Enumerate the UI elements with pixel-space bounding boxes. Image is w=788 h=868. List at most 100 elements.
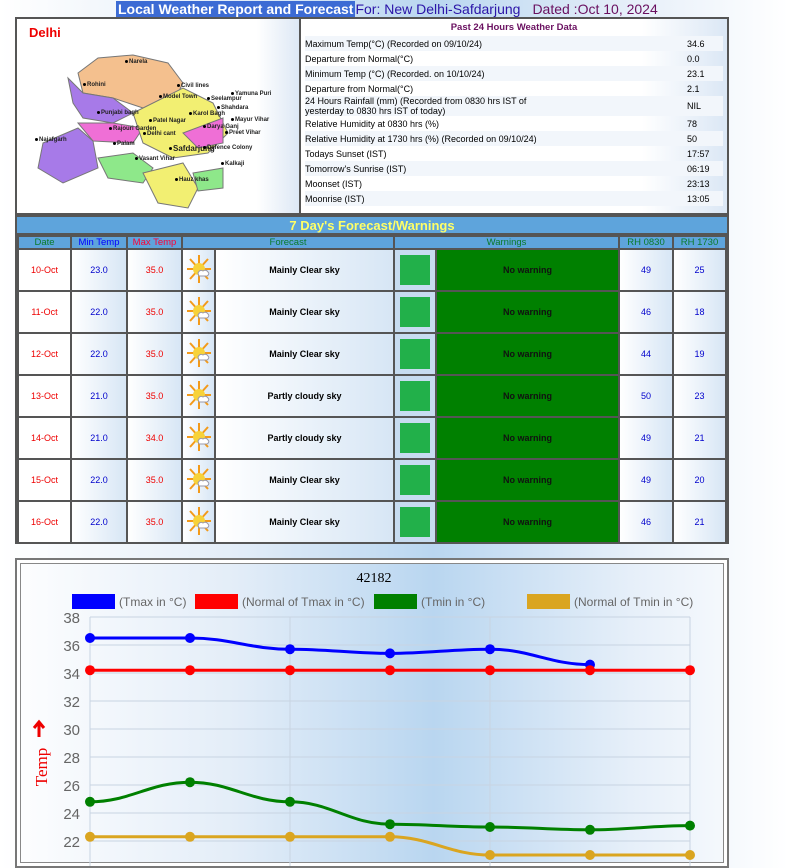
data-point [685,850,695,860]
forecast-rh-1730: 19 [672,332,727,376]
forecast-rh-1730: 25 [672,248,727,292]
y-tick-label: 28 [63,750,80,767]
forecast-rh-1730: 21 [672,416,727,460]
past-data-label: Departure from Normal(°C) [305,53,414,64]
legend-label: (Tmin in °C) [421,595,485,609]
legend-label: (Normal of Tmax in °C) [242,595,365,609]
forecast-rh-1730: 18 [672,290,727,334]
district-label: Palam [113,141,135,148]
forecast-max-temp: 35.0 [126,248,183,292]
warning-color-box [393,374,437,418]
district-label: Kalkaji [221,161,244,168]
mainly-clear-icon [181,248,216,292]
past-data-value: 23:13 [687,178,710,189]
forecast-min-temp: 21.0 [70,374,128,418]
forecast-max-temp: 35.0 [126,500,183,544]
past-24h-title: Past 24 Hours Weather Data [450,22,578,33]
forecast-rh-1730: 23 [672,374,727,418]
forecast-rh-0830: 44 [618,332,674,376]
past-data-value: 50 [687,133,698,144]
forecast-row: 16-Oct 22.0 35.0 Mainly Clear sky No war… [17,500,727,544]
past-data-label: Maximum Temp(°C) (Recorded on 09/10/24) [305,38,483,49]
forecast-date: 14-Oct [17,416,72,460]
y-tick-label: 32 [63,694,80,711]
past-data-value: 17:57 [687,148,710,159]
past-data-label: Todays Sunset (IST) [305,148,387,159]
y-tick-label: 26 [63,778,80,795]
past-data-row: Departure from Normal(°C) 0.0 [305,51,723,66]
data-point [585,665,595,676]
data-point [85,665,95,676]
data-point [485,822,495,832]
header-date: Date [17,235,72,250]
past-data-label: Relative Humidity at 1730 hrs (%) (Recor… [305,133,537,144]
forecast-text: Mainly Clear sky [214,248,395,292]
district-label: Model Town [159,94,197,101]
header-forecast: Forecast [181,235,395,250]
district-label: Najafgarh [35,137,67,144]
past-data-value: 13:05 [687,193,710,204]
data-point [85,633,95,643]
past-data-value: 23.1 [687,68,705,79]
forecast-min-temp: 22.0 [70,500,128,544]
forecast-text: Mainly Clear sky [214,290,395,334]
past-data-row: Moonset (IST) 23:13 [305,176,723,191]
forecast-rh-0830: 46 [618,500,674,544]
page-title: Local Weather Report and Forecast [116,1,356,17]
data-point [85,796,95,807]
mainly-clear-icon [181,290,216,334]
district-label: Narela [125,59,147,66]
forecast-row: 15-Oct 22.0 35.0 Mainly Clear sky No war… [17,458,727,502]
data-point [285,644,295,655]
chart-canvas: 42182 22 24 26 28 30 32 34 36 38 Temp (Tmax in °C) (… [32,571,695,866]
forecast-date: 15-Oct [17,458,72,502]
mainly-clear-icon [181,500,216,544]
forecast-row: 14-Oct 21.0 34.0 Partly cloudy sky No wa… [17,416,727,460]
forecast-date: 10-Oct [17,248,72,292]
warning-color-box [393,290,437,334]
forecast-min-temp: 21.0 [70,416,128,460]
partly-cloudy-icon [181,374,216,418]
forecast-min-temp: 22.0 [70,458,128,502]
warning-text: No warning [435,290,620,334]
data-point [685,665,695,676]
y-tick-label: 34 [63,666,80,683]
past-data-label: Tomorrow's Sunrise (IST) [305,163,407,174]
forecast-text: Mainly Clear sky [214,332,395,376]
forecast-max-temp: 34.0 [126,416,183,460]
report-date: Dated :Oct 10, 2024 [532,1,658,17]
data-point [585,824,595,835]
district-label: Defence Colony [203,145,252,152]
past-data-label: Moonrise (IST) [305,193,365,204]
header-rh-1730: RH 1730 [672,235,727,250]
warning-text: No warning [435,248,620,292]
forecast-row: 13-Oct 21.0 35.0 Partly cloudy sky No wa… [17,374,727,418]
forecast-text: Mainly Clear sky [214,500,395,544]
header-warnings: Warnings [393,235,620,250]
temperature-chart: 42182 22 24 26 28 30 32 34 36 38 Temp (Tmax in °C) (… [15,558,729,868]
past-data-label: 24 Hours Rainfall (mm) (Recorded from 08… [305,96,527,116]
forecast-date: 16-Oct [17,500,72,544]
past-data-row: Relative Humidity at 0830 hrs (%) 78 [305,116,723,131]
forecast-panel: 7 Day's Forecast/Warnings Date Min Temp … [15,215,729,544]
y-tick-label: 38 [63,610,80,627]
past-data-value: 0.0 [687,53,700,64]
data-point [385,819,395,830]
past-data-value: 06:19 [687,163,710,174]
data-point [285,831,295,842]
district-label: Karol Bagh [189,111,225,118]
forecast-rh-0830: 49 [618,248,674,292]
header-min-temp: Min Temp [70,235,128,250]
legend-swatch [72,594,115,609]
legend-swatch [374,594,417,609]
data-point [185,665,195,676]
header-max-temp: Max Temp [126,235,183,250]
data-point [385,831,395,842]
past-data-label: Minimum Temp (°C) (Recorded. on 10/10/24… [305,68,485,79]
warning-color-box [393,458,437,502]
mainly-clear-icon [181,332,216,376]
forecast-table: Date Min Temp Max Temp Forecast Warnings… [17,235,727,544]
forecast-date: 13-Oct [17,374,72,418]
district-label: Punjabi bagh [97,110,139,117]
warning-text: No warning [435,500,620,544]
